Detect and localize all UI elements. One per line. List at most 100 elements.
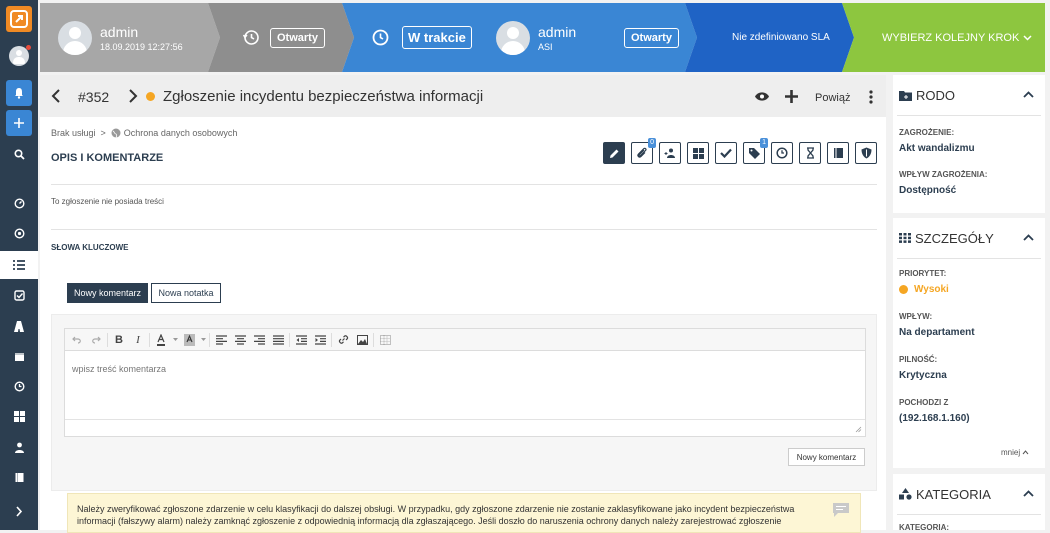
knowledge-button[interactable]	[827, 142, 849, 164]
workflow-step-created[interactable]: admin 18.09.2019 12:27:56	[58, 3, 183, 72]
rodo-header[interactable]: RODO	[893, 75, 1045, 115]
resize-handle-icon[interactable]	[855, 426, 862, 433]
workflow-step-sla[interactable]: Nie zdefiniowano SLA	[732, 3, 830, 72]
info-box: Należy zweryfikować zgłoszone zdarzenie …	[67, 493, 861, 533]
users-icon[interactable]	[6, 434, 32, 460]
app-logo[interactable]	[6, 6, 32, 32]
attachments-button[interactable]: 0	[631, 138, 656, 164]
submit-comment-button[interactable]: Nowy komentarz	[788, 448, 865, 466]
chevron-up-icon[interactable]	[1023, 91, 1034, 98]
chevron-down-icon[interactable]	[172, 332, 178, 348]
attachments-count-badge: 0	[648, 138, 656, 148]
origin-value: (192.168.1.160)	[899, 413, 970, 424]
back-icon[interactable]	[51, 89, 61, 103]
details-header[interactable]: SZCZEGÓŁY	[893, 218, 1045, 258]
align-left-icon[interactable]	[213, 332, 229, 348]
target-icon[interactable]	[6, 220, 32, 246]
redo-icon[interactable]	[88, 332, 104, 348]
chevron-up-icon[interactable]	[1023, 490, 1034, 497]
show-less-link[interactable]: mniej	[1001, 448, 1029, 457]
threat-label: ZAGROŻENIE:	[899, 128, 955, 137]
forward-icon[interactable]	[128, 89, 138, 103]
tab-new-note[interactable]: Nowa notatka	[151, 283, 221, 303]
outdent-icon[interactable]	[293, 332, 309, 348]
workflow-step-open[interactable]: Otwarty	[243, 3, 325, 72]
category-header[interactable]: KATEGORIA	[893, 474, 1045, 514]
workflow-step-in-progress[interactable]: W trakcie	[372, 3, 472, 72]
grid-icon	[692, 147, 704, 159]
background-color-icon[interactable]	[181, 332, 197, 348]
rodo-panel: RODO ZAGROŻENIE: Akt wandalizmu WPŁYW ZA…	[893, 75, 1045, 213]
search-icon[interactable]	[6, 141, 32, 167]
list-icon[interactable]	[0, 251, 38, 279]
pencil-icon	[609, 149, 618, 158]
text-color-icon[interactable]	[153, 332, 169, 348]
user-avatar-icon[interactable]	[6, 43, 32, 69]
table-icon[interactable]	[377, 332, 393, 348]
italic-icon[interactable]: I	[130, 332, 146, 348]
ticket-header: #352 Zgłoszenie incydentu bezpieczeństwa…	[40, 75, 886, 117]
ticket-panel: #352 Zgłoszenie incydentu bezpieczeństwa…	[40, 75, 886, 533]
breadcrumb: Brak usługi > Ochrona danych osobowych	[51, 128, 237, 138]
editor-status-bar	[65, 419, 865, 436]
expand-sidebar-icon[interactable]	[6, 498, 32, 524]
category-panel: KATEGORIA KATEGORIA:	[893, 474, 1045, 532]
next-step-button[interactable]: WYBIERZ KOLEJNY KROK	[882, 3, 1032, 72]
details-title: SZCZEGÓŁY	[915, 230, 994, 246]
add-icon[interactable]	[6, 110, 32, 136]
workflow-step-assignee[interactable]: admin ASI	[496, 3, 576, 72]
comment-bubble-icon[interactable]	[832, 502, 850, 518]
influence-value: Na departament	[899, 327, 975, 338]
align-center-icon[interactable]	[232, 332, 248, 348]
align-justify-icon[interactable]	[270, 332, 286, 348]
tab-new-comment[interactable]: Nowy komentarz	[67, 283, 148, 303]
chevron-up-icon[interactable]	[1023, 234, 1034, 241]
more-options-icon[interactable]	[869, 90, 873, 104]
assignee-avatar-icon	[496, 20, 530, 55]
modules-button[interactable]	[687, 142, 709, 164]
comment-input[interactable]: wpisz treść komentarza	[72, 364, 852, 374]
approve-button[interactable]	[715, 142, 737, 164]
book-icon[interactable]	[6, 464, 32, 490]
workflow-bar: admin 18.09.2019 12:27:56 Otwarty W trak…	[40, 3, 1045, 72]
chevron-down-icon	[1023, 34, 1032, 41]
origin-label: POCHODZI Z	[899, 398, 949, 407]
undo-icon[interactable]	[69, 332, 85, 348]
add-icon[interactable]	[785, 90, 798, 103]
step-user: admin	[100, 23, 139, 40]
status-dot	[146, 92, 155, 101]
time-button[interactable]	[771, 142, 793, 164]
tasks-icon[interactable]	[6, 282, 32, 308]
tags-button[interactable]: 1	[743, 138, 768, 164]
notifications-icon[interactable]	[6, 80, 32, 106]
security-button[interactable]	[855, 142, 877, 164]
dashboard-icon[interactable]	[6, 190, 32, 216]
priority-label: PRIORYTET:	[899, 269, 947, 278]
urgency-label: PILNOŚĆ:	[899, 355, 938, 364]
shield-icon	[861, 147, 871, 159]
threat-impact-value: Dostępność	[899, 185, 957, 196]
align-right-icon[interactable]	[251, 332, 267, 348]
watch-eye-icon[interactable]	[754, 91, 770, 102]
clock-icon[interactable]	[6, 373, 32, 399]
edit-button[interactable]	[603, 142, 625, 164]
breadcrumb-category[interactable]: Ochrona danych osobowych	[124, 128, 238, 138]
road-icon[interactable]	[6, 313, 32, 339]
calendar-icon[interactable]	[6, 343, 32, 369]
link-button[interactable]: Powiąż	[815, 92, 850, 104]
breadcrumb-service[interactable]: Brak usługi	[51, 128, 96, 138]
urgency-value: Krytyczna	[899, 370, 947, 381]
clock-icon	[372, 29, 389, 46]
chevron-down-icon[interactable]	[200, 332, 206, 348]
image-icon[interactable]	[354, 332, 370, 348]
assign-button[interactable]	[659, 142, 681, 164]
user-assign-icon	[664, 148, 675, 158]
ticket-id: #352	[78, 89, 110, 105]
assignee-group: ASI	[538, 41, 553, 52]
timer-button[interactable]	[799, 142, 821, 164]
workflow-step-status2[interactable]: Otwarty	[624, 3, 679, 72]
link-icon[interactable]	[335, 332, 351, 348]
indent-icon[interactable]	[312, 332, 328, 348]
bold-icon[interactable]: B	[111, 332, 127, 348]
modules-icon[interactable]	[6, 403, 32, 429]
